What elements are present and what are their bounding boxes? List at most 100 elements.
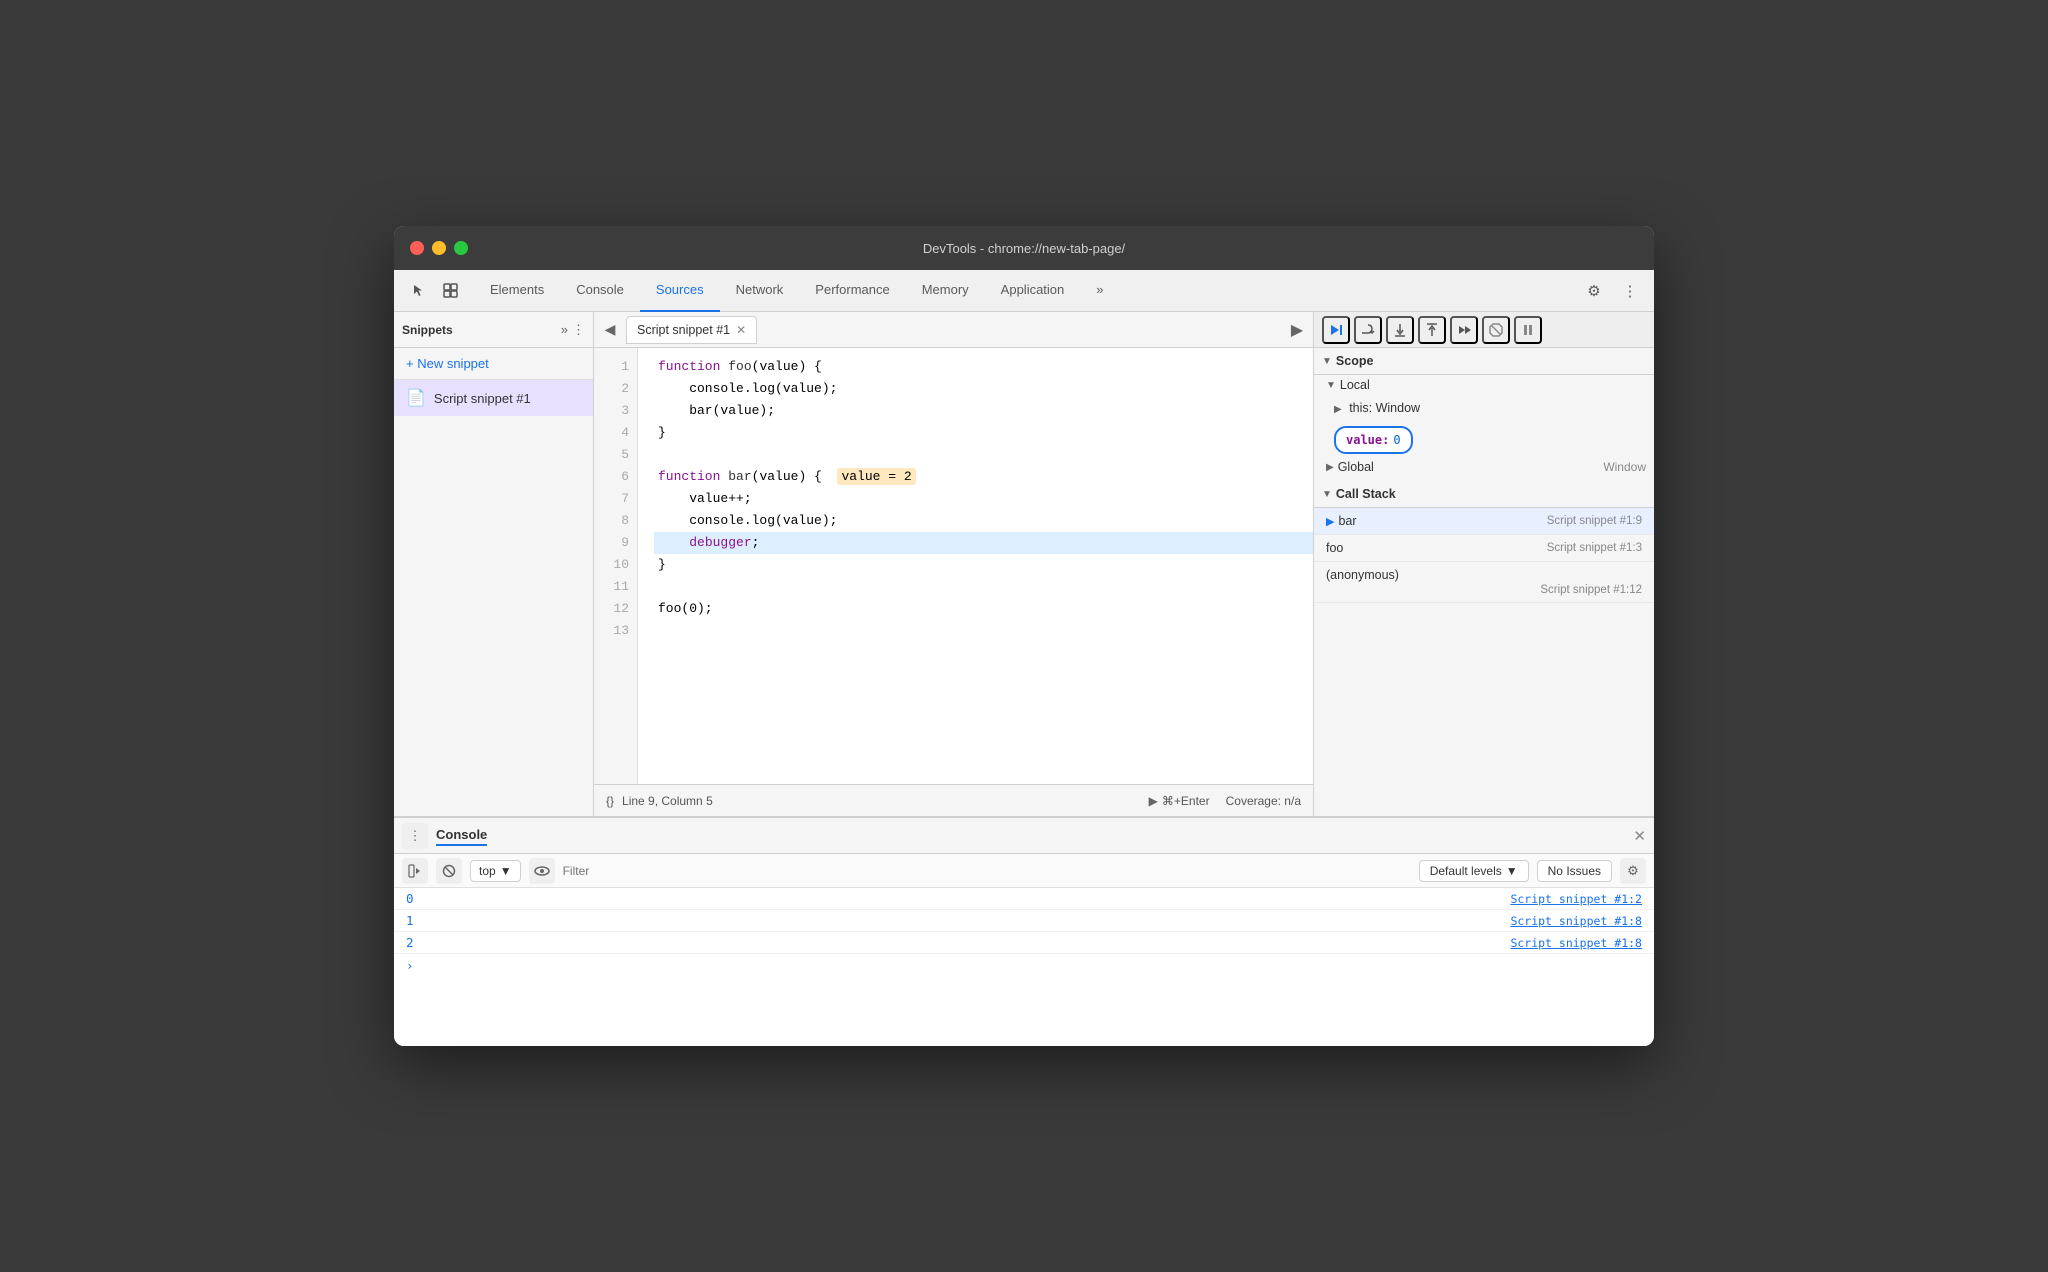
console-source-2[interactable]: Script snippet #1:8	[1510, 936, 1642, 950]
console-prompt[interactable]: ›	[394, 954, 1654, 977]
tab-memory[interactable]: Memory	[906, 270, 985, 312]
value-entry: value: 0	[1314, 423, 1654, 457]
code-line-11	[654, 576, 1313, 598]
console-value-2: 2	[406, 935, 430, 950]
step-over-button[interactable]	[1354, 316, 1382, 344]
console-title: Console	[436, 827, 487, 846]
frame-location-foo: Script snippet #1:3	[1547, 542, 1642, 554]
console-value-1: 1	[406, 913, 430, 928]
minimize-button[interactable]	[432, 241, 446, 255]
console-source-1[interactable]: Script snippet #1:8	[1510, 914, 1642, 928]
debug-toolbar	[1314, 312, 1654, 348]
new-snippet-button[interactable]: + New snippet	[394, 348, 593, 380]
more-options-icon[interactable]: ⋮	[1614, 275, 1646, 307]
editor-tab-close[interactable]: ✕	[736, 323, 746, 337]
editor-run-button[interactable]: ▶	[1285, 318, 1309, 342]
global-value: Window	[1603, 460, 1646, 474]
run-play-icon: ▶	[1149, 794, 1158, 808]
console-context-dropdown[interactable]: top ▼	[470, 860, 521, 882]
console-source-0[interactable]: Script snippet #1:2	[1510, 892, 1642, 906]
scope-section-header[interactable]: ▼ Scope	[1314, 348, 1654, 375]
global-subsection[interactable]: ▶ Global Window	[1314, 457, 1654, 477]
format-icon[interactable]: {}	[606, 794, 614, 808]
line-numbers: 1234 5678 9101112 13	[594, 348, 638, 784]
top-toolbar: Elements Console Sources Network Perform…	[394, 270, 1654, 312]
close-button[interactable]	[410, 241, 424, 255]
this-entry: ▶ this: Window	[1314, 395, 1654, 423]
frame-fn-foo: foo	[1326, 541, 1343, 555]
pause-on-exception-button[interactable]	[1514, 316, 1542, 344]
code-line-7: value++;	[654, 488, 1313, 510]
devtools-window: DevTools - chrome://new-tab-page/ Elemen…	[394, 226, 1654, 1046]
editor-tab-bar: ◀ Script snippet #1 ✕ ▶	[594, 312, 1313, 348]
tab-network[interactable]: Network	[720, 270, 800, 312]
step-into-button[interactable]	[1386, 316, 1414, 344]
code-line-10: }	[654, 554, 1313, 576]
active-frame-arrow: ▶	[1326, 515, 1334, 528]
maximize-button[interactable]	[454, 241, 468, 255]
traffic-lights	[410, 241, 468, 255]
local-arrow: ▼	[1326, 380, 1336, 391]
local-title: Local	[1340, 378, 1370, 392]
default-levels-button[interactable]: Default levels ▼	[1419, 860, 1529, 882]
value-key: value:	[1346, 430, 1389, 450]
tab-sources[interactable]: Sources	[640, 270, 720, 312]
console-eye-icon[interactable]	[529, 858, 555, 884]
snippets-menu-icon[interactable]: ⋮	[572, 322, 585, 338]
console-close-button[interactable]: ✕	[1633, 827, 1646, 845]
frame-location-bar: Script snippet #1:9	[1547, 515, 1642, 527]
value-highlighted[interactable]: value: 0	[1334, 426, 1413, 454]
resume-button[interactable]	[1322, 316, 1350, 344]
tab-more[interactable]: »	[1080, 270, 1119, 312]
callstack-frame-bar[interactable]: ▶ bar Script snippet #1:9	[1314, 508, 1654, 535]
tab-elements[interactable]: Elements	[474, 270, 560, 312]
code-content[interactable]: function foo(value) { console.log(value)…	[638, 348, 1313, 784]
bottom-panel: ⋮ Console ✕ top ▼	[394, 816, 1654, 1046]
callstack-arrow: ▼	[1322, 489, 1332, 500]
console-header: ⋮ Console ✕	[394, 818, 1654, 854]
run-shortcut-text: ⌘+Enter	[1162, 794, 1210, 808]
step-button[interactable]	[1450, 316, 1478, 344]
editor-tab-snippet1[interactable]: Script snippet #1 ✕	[626, 316, 757, 344]
snippet-name: Script snippet #1	[434, 391, 531, 406]
callstack-frame-anonymous[interactable]: (anonymous) Script snippet #1:12	[1314, 562, 1654, 603]
snippets-panel-header: Snippets » ⋮	[394, 312, 593, 348]
console-menu-icon[interactable]: ⋮	[402, 823, 428, 849]
code-line-1: function foo(value) {	[654, 356, 1313, 378]
frame-fn-anon: (anonymous)	[1326, 568, 1399, 582]
tab-application[interactable]: Application	[985, 270, 1081, 312]
console-filter-input[interactable]	[563, 859, 1411, 883]
this-arrow: ▶	[1334, 404, 1342, 415]
main-area: Snippets » ⋮ + New snippet 📄 Script snip…	[394, 312, 1654, 816]
inspect-icon[interactable]	[434, 275, 466, 307]
snippet-file-icon: 📄	[406, 388, 426, 408]
new-snippet-label: + New snippet	[406, 356, 489, 371]
console-body: 0 Script snippet #1:2 1 Script snippet #…	[394, 888, 1654, 1046]
default-levels-arrow: ▼	[1506, 864, 1518, 878]
editor-nav-back[interactable]: ◀	[598, 318, 622, 342]
toolbar-right: ⚙ ⋮	[1578, 275, 1646, 307]
code-line-6: function bar(value) { value = 2	[654, 466, 1313, 488]
local-subsection[interactable]: ▼ Local	[1314, 375, 1654, 395]
snippet-item[interactable]: 📄 Script snippet #1	[394, 380, 593, 416]
tab-performance[interactable]: Performance	[799, 270, 905, 312]
console-execute-icon[interactable]	[402, 858, 428, 884]
default-levels-label: Default levels	[1430, 864, 1502, 878]
console-settings-icon[interactable]: ⚙	[1620, 858, 1646, 884]
console-row-0: 0 Script snippet #1:2	[394, 888, 1654, 910]
no-issues-button[interactable]: No Issues	[1537, 860, 1612, 882]
no-issues-label: No Issues	[1548, 864, 1601, 878]
callstack-section-header[interactable]: ▼ Call Stack	[1314, 481, 1654, 508]
console-row-2: 2 Script snippet #1:8	[394, 932, 1654, 954]
tab-console[interactable]: Console	[560, 270, 640, 312]
settings-icon[interactable]: ⚙	[1578, 275, 1610, 307]
cursor-icon[interactable]	[402, 275, 434, 307]
callstack-frame-foo[interactable]: foo Script snippet #1:3	[1314, 535, 1654, 562]
step-out-button[interactable]	[1418, 316, 1446, 344]
console-block-icon[interactable]	[436, 858, 462, 884]
dropdown-arrow: ▼	[500, 864, 512, 878]
coverage-status: Coverage: n/a	[1226, 794, 1301, 808]
deactivate-breakpoints-button[interactable]	[1482, 316, 1510, 344]
snippets-more-icon[interactable]: »	[561, 322, 568, 337]
console-row-1: 1 Script snippet #1:8	[394, 910, 1654, 932]
